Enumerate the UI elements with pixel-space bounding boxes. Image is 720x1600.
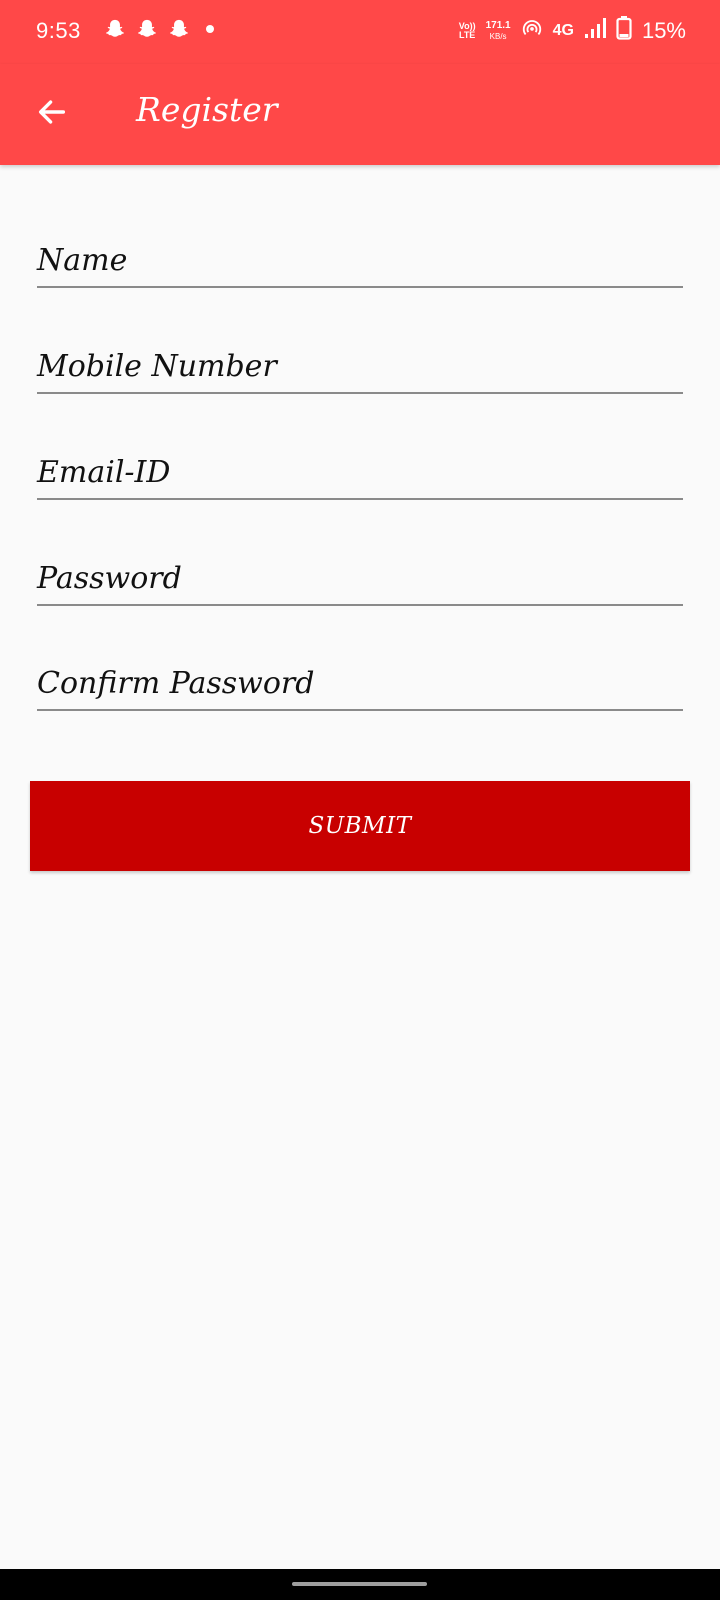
name-field-hint: Name — [37, 243, 128, 278]
email-field-hint: Email-ID — [37, 455, 171, 490]
notification-icons — [104, 18, 214, 40]
snapchat-icon — [104, 18, 126, 40]
network-speed-value: 171.1 — [485, 20, 511, 31]
system-nav-bar — [0, 1569, 720, 1600]
password-field[interactable]: Password — [37, 544, 683, 606]
volte-indicator: Vo)) LTE — [458, 21, 476, 40]
app-bar: Register — [0, 64, 720, 165]
signal-icon — [584, 17, 606, 45]
snapchat-icon — [168, 18, 190, 40]
more-notifications-dot-icon — [206, 25, 214, 33]
home-gesture-handle[interactable] — [292, 1582, 427, 1586]
submit-button[interactable]: SUBMIT — [30, 781, 690, 871]
battery-percent: 15% — [641, 18, 686, 43]
status-indicators: Vo)) LTE 171.1 KB/s 4G 15% — [459, 16, 686, 46]
mobile-number-field[interactable]: Mobile Number — [37, 332, 683, 394]
password-field-hint: Password — [37, 561, 182, 596]
network-type: 4G — [552, 22, 574, 39]
status-time: 9:53 — [36, 18, 81, 43]
network-speed: 171.1 KB/s — [486, 20, 511, 42]
confirm-password-field[interactable]: Confirm Password — [37, 649, 683, 711]
network-speed-unit: KB/s — [489, 32, 507, 41]
battery-icon — [616, 16, 632, 46]
hotspot-icon — [521, 17, 543, 45]
back-button[interactable] — [30, 92, 74, 136]
page-title: Register — [136, 90, 278, 129]
mobile-number-field-hint: Mobile Number — [37, 349, 277, 384]
arrow-back-icon — [35, 95, 69, 133]
email-field[interactable]: Email-ID — [37, 438, 683, 500]
name-field[interactable]: Name — [37, 226, 683, 288]
confirm-password-field-hint: Confirm Password — [37, 666, 315, 701]
snapchat-icon — [136, 18, 158, 40]
status-bar: 9:53 Vo)) LTE 171.1 KB/s 4G 15% — [0, 0, 720, 64]
